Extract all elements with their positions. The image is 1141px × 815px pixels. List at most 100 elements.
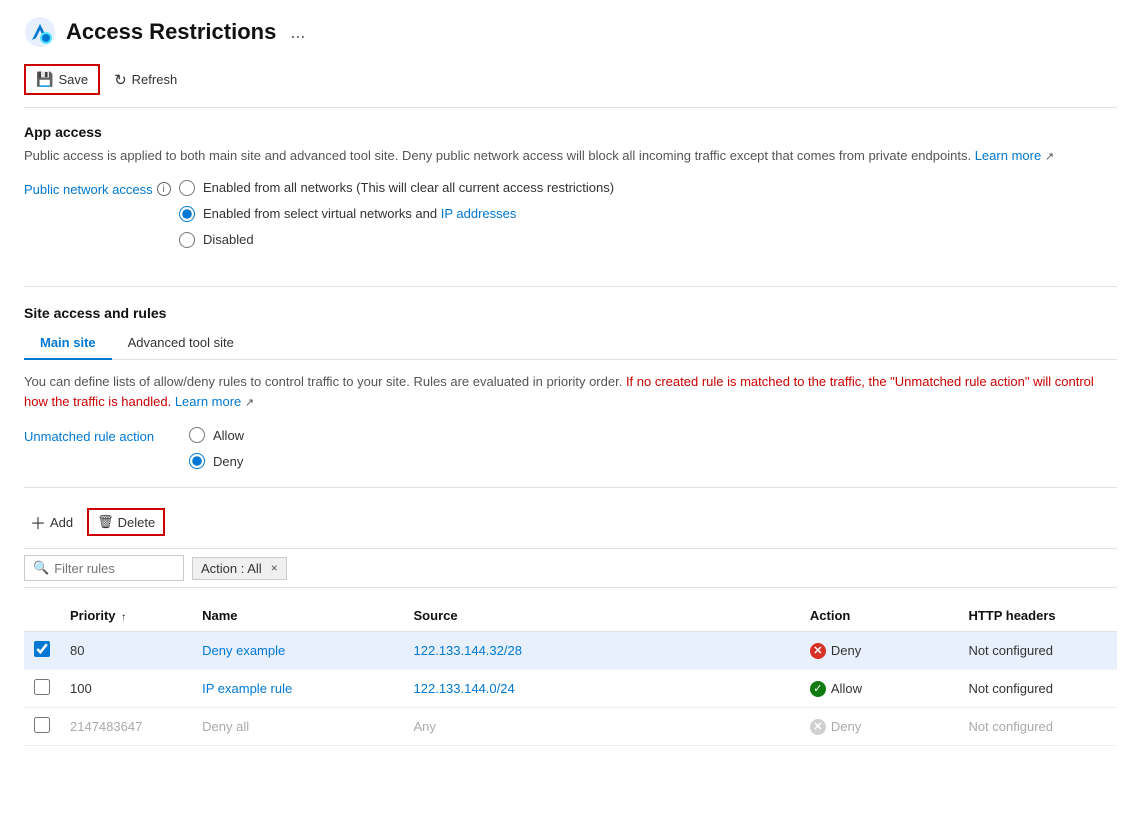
action-filter-tag[interactable]: Action : All ×: [192, 557, 287, 580]
tab-advanced-tool-site[interactable]: Advanced tool site: [112, 327, 250, 360]
row3-http-headers: Not configured: [958, 708, 1117, 746]
public-network-option-1[interactable]: Enabled from all networks (This will cle…: [179, 180, 614, 196]
row3-action-badge: ✕ Deny: [810, 719, 861, 735]
public-network-label: Public network access i: [24, 180, 179, 205]
row3-priority: 2147483647: [60, 708, 192, 746]
add-button[interactable]: ＋ Add: [24, 506, 79, 538]
refresh-icon: ↻: [114, 71, 127, 89]
header-more-icon[interactable]: ...: [290, 22, 305, 43]
public-network-option-2[interactable]: Enabled from select virtual networks and…: [179, 206, 614, 222]
public-network-info-icon[interactable]: i: [157, 182, 171, 196]
row3-checkbox[interactable]: [34, 717, 50, 733]
public-network-radio-2[interactable]: [179, 206, 195, 222]
site-access-tabs: Main site Advanced tool site: [24, 327, 1117, 360]
toolbar: 💾 Save ↻ Refresh: [24, 64, 1117, 108]
row1-checkbox-cell[interactable]: [24, 632, 60, 670]
public-network-option-1-label: Enabled from all networks (This will cle…: [203, 180, 614, 195]
row2-checkbox[interactable]: [34, 679, 50, 695]
tab-main-site[interactable]: Main site: [24, 327, 112, 360]
public-network-option-3[interactable]: Disabled: [179, 232, 614, 248]
unmatched-allow-radio[interactable]: [189, 427, 205, 443]
table-row[interactable]: 100 IP example rule 122.133.144.0/24 ✓ A…: [24, 670, 1117, 708]
unmatched-deny-option[interactable]: Deny: [189, 453, 244, 469]
col-http-headers: HTTP headers: [958, 600, 1117, 632]
search-icon: 🔍: [33, 560, 49, 576]
action-filter-label: Action : All: [201, 561, 262, 576]
deny-icon-3: ✕: [810, 719, 826, 735]
row1-http-headers: Not configured: [958, 632, 1117, 670]
row1-name[interactable]: Deny example: [192, 632, 403, 670]
row2-source-link[interactable]: 122.133.144.0/24: [414, 681, 515, 696]
app-access-learn-more-link[interactable]: Learn more: [975, 148, 1041, 163]
row2-name-link[interactable]: IP example rule: [202, 681, 292, 696]
table-header-row: Priority ↑ Name Source Action HTTP heade…: [24, 600, 1117, 632]
section-divider-1: [24, 286, 1117, 287]
row1-source[interactable]: 122.133.144.32/28: [404, 632, 800, 670]
table-row[interactable]: 2147483647 Deny all Any ✕ Deny Not confi…: [24, 708, 1117, 746]
external-link-icon: ↗: [1045, 151, 1054, 163]
filter-bar: 🔍 Action : All ×: [24, 548, 1117, 588]
row1-name-link[interactable]: Deny example: [202, 643, 285, 658]
rules-learn-more-link[interactable]: Learn more: [175, 394, 241, 409]
unmatched-radio-group: Allow Deny: [189, 427, 244, 469]
row2-checkbox-cell[interactable]: [24, 670, 60, 708]
unmatched-deny-radio[interactable]: [189, 453, 205, 469]
delete-button[interactable]: 🗑 Delete: [87, 508, 165, 536]
filter-input-wrap[interactable]: 🔍: [24, 555, 184, 581]
filter-rules-input[interactable]: [54, 561, 174, 576]
page-title: Access Restrictions: [66, 19, 276, 45]
app-access-desc: Public access is applied to both main si…: [24, 146, 1117, 166]
public-network-option-3-label: Disabled: [203, 232, 254, 247]
row2-http-headers: Not configured: [958, 670, 1117, 708]
unmatched-allow-label: Allow: [213, 428, 244, 443]
table-row[interactable]: 80 Deny example 122.133.144.32/28 ✕ Deny…: [24, 632, 1117, 670]
section-divider-2: [24, 487, 1117, 488]
row1-action: ✕ Deny: [800, 632, 959, 670]
refresh-label: Refresh: [132, 72, 178, 87]
delete-label: Delete: [118, 515, 156, 530]
rules-learn-more-ext-icon: ↗: [245, 397, 254, 409]
unmatched-allow-option[interactable]: Allow: [189, 427, 244, 443]
unmatched-label: Unmatched rule action: [24, 427, 179, 444]
ip-addresses-link[interactable]: IP addresses: [441, 206, 517, 221]
site-access-section: Site access and rules Main site Advanced…: [24, 305, 1117, 470]
row1-action-badge: ✕ Deny: [810, 643, 861, 659]
allow-icon-2: ✓: [810, 681, 826, 697]
app-access-desc-text: Public access is applied to both main si…: [24, 148, 971, 163]
row2-action-badge: ✓ Allow: [810, 681, 862, 697]
col-source: Source: [404, 600, 800, 632]
public-network-radio-group: Enabled from all networks (This will cle…: [179, 180, 614, 248]
rules-desc-text1: You can define lists of allow/deny rules…: [24, 374, 626, 389]
action-filter-close-icon[interactable]: ×: [271, 561, 278, 575]
deny-icon-1: ✕: [810, 643, 826, 659]
priority-sort-icon: ↑: [121, 612, 126, 623]
col-action: Action: [800, 600, 959, 632]
row3-name: Deny all: [192, 708, 403, 746]
row1-source-link[interactable]: 122.133.144.32/28: [414, 643, 522, 658]
row2-name[interactable]: IP example rule: [192, 670, 403, 708]
col-checkbox: [24, 600, 60, 632]
public-network-radio-1[interactable]: [179, 180, 195, 196]
save-button[interactable]: 💾 Save: [24, 64, 100, 95]
col-name: Name: [192, 600, 403, 632]
public-network-radio-3[interactable]: [179, 232, 195, 248]
row2-action: ✓ Allow: [800, 670, 959, 708]
row2-priority: 100: [60, 670, 192, 708]
unmatched-deny-label: Deny: [213, 454, 243, 469]
col-priority[interactable]: Priority ↑: [60, 600, 192, 632]
rules-table: Priority ↑ Name Source Action HTTP heade…: [24, 600, 1117, 746]
row1-checkbox[interactable]: [34, 641, 50, 657]
app-access-title: App access: [24, 124, 1117, 140]
delete-icon: 🗑: [97, 514, 114, 530]
save-icon: 💾: [36, 71, 53, 88]
row2-source[interactable]: 122.133.144.0/24: [404, 670, 800, 708]
refresh-button[interactable]: ↻ Refresh: [104, 66, 187, 94]
action-toolbar: ＋ Add 🗑 Delete: [24, 506, 1117, 538]
page-header: Access Restrictions ...: [24, 16, 1117, 48]
public-network-option-2-label: Enabled from select virtual networks and…: [203, 206, 516, 221]
row3-source: Any: [404, 708, 800, 746]
row1-priority: 80: [60, 632, 192, 670]
row3-checkbox-cell[interactable]: [24, 708, 60, 746]
azure-logo-icon: [24, 16, 56, 48]
site-access-title: Site access and rules: [24, 305, 1117, 321]
